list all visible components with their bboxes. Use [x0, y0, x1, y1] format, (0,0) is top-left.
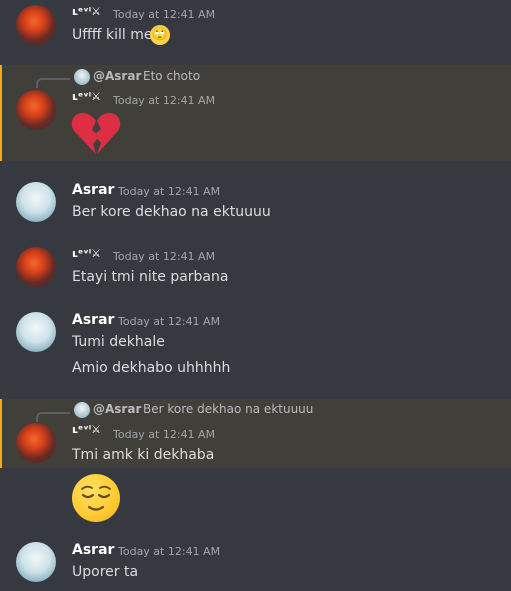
- avatar-levi[interactable]: [16, 247, 56, 287]
- message-text: Tmi amk ki dekhaba: [72, 447, 215, 463]
- relieved-face-emoji-icon: [72, 474, 120, 522]
- rolling-eyes-emoji-icon: 🙄: [150, 25, 170, 45]
- timestamp: Today at 12:41 AM: [113, 94, 216, 107]
- author-name[interactable]: ʟᵉᵛⁱ⚔: [72, 5, 101, 18]
- avatar-levi[interactable]: [16, 90, 56, 130]
- timestamp: Today at 12:41 AM: [113, 428, 216, 441]
- author-name[interactable]: ʟᵉᵛⁱ⚔: [72, 90, 101, 103]
- avatar-asrar[interactable]: [16, 182, 56, 222]
- author-name[interactable]: Asrar: [72, 182, 114, 198]
- reply-preview[interactable]: Eto choto: [143, 69, 200, 83]
- author-name[interactable]: ʟᵉᵛⁱ⚔: [72, 247, 101, 260]
- message-text: Uffff kill me: [72, 27, 153, 43]
- reply-avatar: [74, 402, 90, 418]
- avatar-asrar[interactable]: [16, 312, 56, 352]
- timestamp: Today at 12:41 AM: [113, 8, 216, 21]
- timestamp: Today at 12:41 AM: [118, 545, 221, 558]
- message-text: Etayi tmi nite parbana: [72, 269, 229, 285]
- message-5: Asrar Today at 12:41 AM Tumi dekhale Ami…: [0, 306, 511, 396]
- message-7: Asrar Today at 12:41 AM Uporer ta: [0, 536, 511, 591]
- author-name[interactable]: Asrar: [72, 542, 114, 558]
- message-text: Uporer ta: [72, 564, 139, 580]
- message-3: Asrar Today at 12:41 AM Ber kore dekhao …: [0, 176, 511, 236]
- reply-preview[interactable]: Ber kore dekhao na ektuuuu: [143, 402, 313, 416]
- message-6-reply: @Asrar Ber kore dekhao na ektuuuu ʟᵉᵛⁱ⚔ …: [0, 399, 511, 468]
- reply-author[interactable]: @Asrar: [93, 402, 141, 416]
- reply-author[interactable]: @Asrar: [93, 69, 141, 83]
- broken-heart-emoji-icon: [71, 113, 121, 154]
- message-4: ʟᵉᵛⁱ⚔ Today at 12:41 AM Etayi tmi nite p…: [0, 241, 511, 301]
- author-name[interactable]: ʟᵉᵛⁱ⚔: [72, 423, 101, 436]
- timestamp: Today at 12:41 AM: [113, 250, 216, 263]
- timestamp: Today at 12:41 AM: [118, 185, 221, 198]
- reply-connector: [36, 412, 70, 422]
- avatar-levi[interactable]: [16, 5, 56, 45]
- avatar-asrar[interactable]: [16, 542, 56, 582]
- avatar-levi[interactable]: [16, 423, 56, 463]
- author-name[interactable]: Asrar: [72, 312, 114, 328]
- message-text: Tumi dekhale: [72, 334, 165, 350]
- message-1: ʟᵉᵛⁱ⚔ Today at 12:41 AM Uffff kill me 🙄: [0, 0, 511, 54]
- reply-connector: [36, 78, 70, 88]
- message-text-2: Amio dekhabo uhhhhh: [72, 360, 231, 376]
- message-text: Ber kore dekhao na ektuuuu: [72, 204, 271, 220]
- reply-avatar: [74, 69, 90, 85]
- timestamp: Today at 12:41 AM: [118, 315, 221, 328]
